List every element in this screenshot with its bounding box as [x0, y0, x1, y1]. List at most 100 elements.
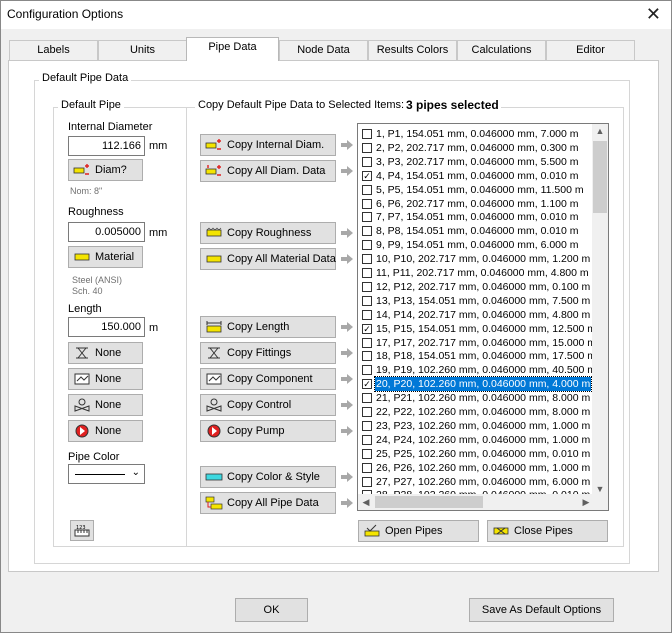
pipe-checkbox[interactable] [362, 184, 372, 195]
pipe-list-item-label: 14, P14, 202.717 mm, 0.046000 mm, 4.800 … [376, 308, 591, 321]
pipe-checkbox[interactable] [362, 476, 372, 487]
pipe-list-item[interactable]: 25, P25, 102.260 mm, 0.046000 mm, 0.010 … [358, 447, 594, 461]
pipe-list-item[interactable]: 27, P27, 102.260 mm, 0.046000 mm, 6.000 … [358, 475, 594, 489]
component-icon [205, 372, 223, 386]
vertical-scroll-thumb[interactable] [593, 141, 607, 213]
pipe-checkbox[interactable] [362, 407, 372, 417]
pipe-checkbox[interactable] [362, 281, 372, 292]
length-input[interactable]: 150.000 [68, 317, 145, 337]
tab-units[interactable]: Units [98, 40, 187, 60]
pipe-checkbox[interactable] [362, 129, 372, 139]
pipe-checkbox[interactable] [362, 142, 372, 153]
copy-all-material-button[interactable]: Copy All Material Data [200, 248, 336, 270]
pipe-checkbox[interactable] [362, 365, 372, 376]
pipe-list-item[interactable]: 7, P7, 154.051 mm, 0.046000 mm, 0.010 m [358, 210, 594, 224]
pipe-list-item[interactable]: 14, P14, 202.717 mm, 0.046000 mm, 4.800 … [358, 308, 594, 322]
pipe-color-label: Pipe Color [68, 451, 120, 463]
tab-editor[interactable]: Editor [546, 40, 635, 60]
pipe-list-item[interactable]: 5, P5, 154.051 mm, 0.046000 mm, 11.500 m [358, 183, 594, 197]
pipe-checkbox[interactable] [362, 420, 372, 431]
pipe-list-item[interactable]: 18, P18, 154.051 mm, 0.046000 mm, 17.500… [358, 349, 596, 363]
pipe-list-item[interactable]: 19, P19, 102.260 mm, 0.046000 mm, 40.500… [358, 363, 596, 377]
pipe-list-item[interactable]: 9, P9, 154.051 mm, 0.046000 mm, 6.000 m [358, 238, 594, 252]
pipe-checkbox[interactable] [362, 434, 372, 445]
copy-pump-button[interactable]: Copy Pump [200, 420, 336, 442]
copy-length-button[interactable]: Copy Length [200, 316, 336, 338]
copy-component-button[interactable]: Copy Component [200, 368, 336, 390]
pump-value: None [95, 425, 122, 437]
copy-roughness-button[interactable]: Copy Roughness [200, 222, 336, 244]
pipe-list-item[interactable]: 22, P22, 102.260 mm, 0.046000 mm, 8.000 … [358, 405, 594, 419]
tab-labels[interactable]: Labels [9, 40, 98, 60]
internal-diameter-input[interactable]: 112.166 [68, 136, 145, 156]
tab-node-data[interactable]: Node Data [279, 40, 368, 60]
copy-color-style-button[interactable]: Copy Color & Style [200, 466, 336, 488]
copy-all-diam-button[interactable]: Copy All Diam. Data [200, 160, 336, 182]
pipe-checkbox[interactable] [362, 212, 372, 223]
pipe-checkbox[interactable] [362, 309, 372, 320]
pipe-list-item[interactable]: 2, P2, 202.717 mm, 0.046000 mm, 0.300 m [358, 141, 594, 155]
pipe-checkbox[interactable] [362, 295, 372, 306]
pipe-checkbox[interactable]: ✓ [362, 170, 372, 181]
pipe-list-item[interactable]: 12, P12, 202.717 mm, 0.046000 mm, 0.100 … [358, 280, 594, 294]
tab-pipe-data[interactable]: Pipe Data [186, 37, 279, 61]
pipe-list-item[interactable]: 23, P23, 102.260 mm, 0.046000 mm, 1.000 … [358, 419, 594, 433]
close-icon[interactable]: ✕ [646, 4, 661, 25]
pipe-checkbox[interactable] [362, 198, 372, 209]
pipe-checkbox[interactable] [362, 254, 372, 265]
copy-all-pipe-button[interactable]: Copy All Pipe Data [200, 492, 336, 514]
pipe-list-item[interactable]: ✓ 4, P4, 154.051 mm, 0.046000 mm, 0.010 m [358, 169, 594, 183]
fittings-button[interactable]: None [68, 342, 143, 364]
control-button[interactable]: None [68, 394, 143, 416]
close-pipes-button[interactable]: Close Pipes [487, 520, 608, 542]
roughness-input[interactable]: 0.005000 [68, 222, 145, 242]
pipe-list-item[interactable]: 24, P24, 102.260 mm, 0.046000 mm, 1.000 … [358, 433, 594, 447]
pipe-checkbox[interactable] [362, 448, 372, 459]
pipe-list-item[interactable]: 13, P13, 154.051 mm, 0.046000 mm, 7.500 … [358, 294, 594, 308]
scroll-down-icon[interactable]: ▼ [592, 484, 608, 494]
component-button[interactable]: None [68, 368, 143, 390]
save-default-options-button[interactable]: Save As Default Options [469, 598, 614, 622]
tab-calculations[interactable]: Calculations [457, 40, 546, 60]
pipe-checkbox[interactable] [362, 393, 372, 404]
units-ruler-button[interactable]: 123 [70, 520, 94, 541]
pipe-checkbox[interactable] [362, 156, 372, 167]
pipe-color-select[interactable]: ⌄ [68, 464, 145, 484]
pipe-list-item[interactable]: 21, P21, 102.260 mm, 0.046000 mm, 8.000 … [358, 391, 594, 405]
pipe-list-item-label: 17, P17, 202.717 mm, 0.046000 mm, 15.000… [376, 336, 597, 349]
pipe-checkbox[interactable] [362, 240, 372, 251]
pipe-list-item-label: 22, P22, 102.260 mm, 0.046000 mm, 8.000 … [376, 406, 591, 418]
vertical-scrollbar[interactable]: ▲ ▼ [592, 124, 608, 496]
tab-results-colors[interactable]: Results Colors [368, 40, 457, 60]
pipe-list-item[interactable]: 1, P1, 154.051 mm, 0.046000 mm, 7.000 m [358, 127, 594, 141]
pipe-list-item[interactable]: 17, P17, 202.717 mm, 0.046000 mm, 15.000… [358, 336, 597, 350]
copy-internal-diam-button[interactable]: Copy Internal Diam. [200, 134, 336, 156]
pipe-checkbox[interactable] [362, 268, 372, 278]
horizontal-scrollbar[interactable]: ◀ ▶ [358, 494, 594, 510]
ok-button[interactable]: OK [235, 598, 308, 622]
pipe-list-item[interactable]: 11, P11, 202.717 mm, 0.046000 mm, 4.800 … [358, 266, 594, 280]
horizontal-scroll-thumb[interactable] [375, 496, 483, 508]
open-pipes-button[interactable]: Open Pipes [358, 520, 479, 542]
pipe-list-item[interactable]: 26, P26, 102.260 mm, 0.046000 mm, 1.000 … [358, 461, 594, 475]
pipe-list-item[interactable]: 8, P8, 154.051 mm, 0.046000 mm, 0.010 m [358, 224, 594, 238]
pump-button[interactable]: None [68, 420, 143, 442]
material-button[interactable]: Material [68, 246, 143, 268]
pipe-list-item[interactable]: 10, P10, 202.717 mm, 0.046000 mm, 1.200 … [358, 252, 594, 266]
scroll-left-icon[interactable]: ◀ [358, 497, 374, 508]
scroll-up-icon[interactable]: ▲ [592, 126, 608, 136]
pipe-checkbox[interactable] [362, 337, 372, 348]
pipe-checkbox[interactable] [362, 226, 372, 237]
pipe-list-item[interactable]: 6, P6, 202.717 mm, 0.046000 mm, 1.100 m [358, 197, 594, 211]
copy-fittings-button[interactable]: Copy Fittings [200, 342, 336, 364]
copy-control-button[interactable]: Copy Control [200, 394, 336, 416]
pipe-checkbox[interactable] [362, 351, 372, 362]
pipe-checkbox[interactable]: ✓ [362, 323, 372, 334]
pipe-list-item[interactable]: ✓ 20, P20, 102.260 mm, 0.046000 mm, 4.000… [358, 376, 594, 393]
pipe-list[interactable]: 1, P1, 154.051 mm, 0.046000 mm, 7.000 m2… [357, 123, 609, 511]
pipe-list-item[interactable]: ✓ 15, P15, 154.051 mm, 0.046000 mm, 12.50… [358, 322, 596, 336]
diam-lookup-button[interactable]: Diam? [68, 159, 143, 181]
pipe-checkbox[interactable]: ✓ [362, 379, 372, 390]
pipe-list-item[interactable]: 3, P3, 202.717 mm, 0.046000 mm, 5.500 m [358, 155, 594, 169]
pipe-checkbox[interactable] [362, 462, 372, 473]
